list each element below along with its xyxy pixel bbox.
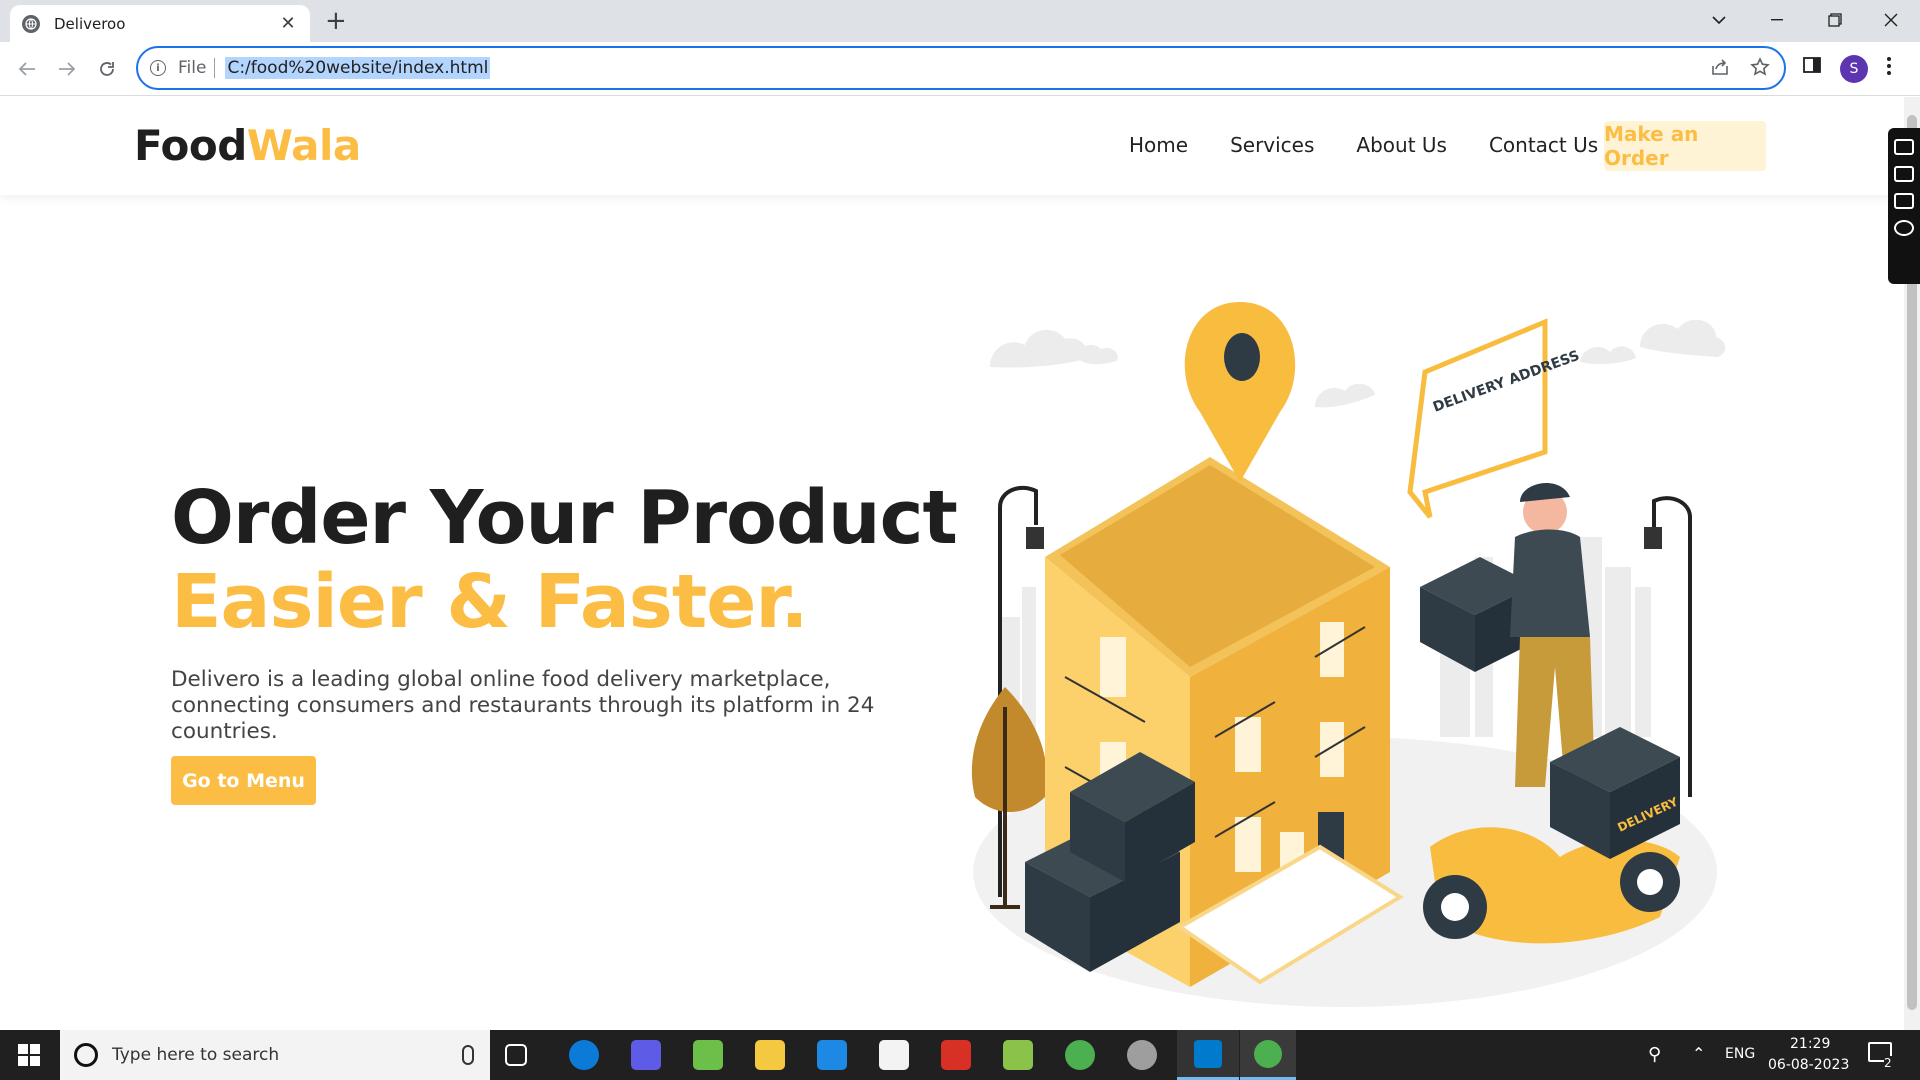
site-header: FoodWala Home Services About Us Contact …	[0, 97, 1904, 195]
chrome-icon[interactable]	[1065, 1040, 1095, 1070]
make-order-button[interactable]: Make an Order	[1604, 121, 1766, 171]
screen-recorder-toolbar	[1888, 128, 1920, 284]
camera-icon[interactable]	[1894, 139, 1914, 155]
tab-close-icon[interactable]: ✕	[278, 13, 298, 34]
language-indicator[interactable]: ENG	[1725, 1046, 1755, 1062]
left-lamp	[1026, 527, 1044, 549]
info-icon[interactable]: i	[150, 60, 166, 76]
hero-title-line2: Easier & Faster.	[171, 559, 808, 645]
logo-part-wala: Wala	[246, 121, 361, 170]
profile-avatar[interactable]: S	[1840, 55, 1868, 83]
windows-start-icon[interactable]	[0, 1030, 58, 1080]
hero-title-line1: Order Your Product	[171, 475, 958, 561]
restore-icon[interactable]	[1806, 0, 1864, 40]
app-icon-blue[interactable]	[631, 1040, 661, 1070]
tab-title: Deliveroo	[54, 14, 126, 33]
hero-description: Delivero is a leading global online food…	[171, 667, 875, 744]
bookmark-star-icon[interactable]	[1750, 57, 1770, 81]
nav-home[interactable]: Home	[1129, 133, 1188, 157]
globe-icon	[22, 14, 40, 33]
tray-chevron-icon[interactable]: ⌃	[1692, 1044, 1705, 1063]
vscode-taskbar-button[interactable]	[1177, 1030, 1239, 1080]
nav-contact-us[interactable]: Contact Us	[1489, 133, 1598, 157]
minimize-icon[interactable]	[1748, 0, 1806, 40]
reload-icon[interactable]	[92, 54, 122, 84]
screen-icon[interactable]	[1894, 193, 1914, 209]
nav-services[interactable]: Services	[1230, 133, 1314, 157]
go-to-menu-button[interactable]: Go to Menu	[171, 756, 316, 805]
courier	[1510, 483, 1595, 787]
edge-icon[interactable]	[569, 1040, 599, 1070]
clouds-group	[990, 319, 1726, 408]
clock-date[interactable]: 06-08-2023	[1768, 1057, 1849, 1073]
chrome-active-icon	[1254, 1040, 1282, 1068]
url-text[interactable]: C:/food%20website/index.html	[225, 57, 491, 79]
tab-search-icon[interactable]	[1690, 0, 1748, 40]
share-icon[interactable]	[1710, 57, 1730, 81]
back-icon[interactable]	[12, 54, 42, 84]
taskbar-search-box[interactable]: Type here to search	[60, 1030, 490, 1080]
chrome-beta-icon[interactable]	[1127, 1040, 1157, 1070]
windows-taskbar: Type here to search ⚲ ⌃ ENG 21:29 06-08-…	[0, 1030, 1920, 1080]
address-bar[interactable]: i File C:/food%20website/index.html	[136, 46, 1786, 90]
clock-time[interactable]: 21:29	[1790, 1036, 1830, 1052]
app-icon-cube[interactable]	[693, 1040, 723, 1070]
browser-toolbar: i File C:/food%20website/index.html S	[0, 42, 1920, 96]
cortana-icon	[74, 1043, 98, 1067]
recorder-icon[interactable]	[941, 1040, 971, 1070]
logo-part-food: Food	[134, 121, 247, 170]
store-icon[interactable]	[879, 1040, 909, 1070]
video-icon[interactable]	[1894, 166, 1914, 182]
new-tab-icon[interactable]: +	[325, 8, 347, 34]
microphone-icon[interactable]	[462, 1045, 474, 1065]
side-panel-icon[interactable]	[1802, 55, 1822, 79]
settings-icon[interactable]	[1894, 220, 1914, 236]
task-view-icon[interactable]	[505, 1044, 527, 1066]
mail-icon[interactable]	[817, 1040, 847, 1070]
more-menu-icon[interactable]	[1886, 56, 1892, 80]
vscode-icon	[1194, 1040, 1222, 1068]
right-lamp	[1644, 527, 1662, 549]
taskbar-search-placeholder: Type here to search	[112, 1045, 280, 1065]
nav-about-us[interactable]: About Us	[1356, 133, 1447, 157]
people-icon[interactable]: ⚲	[1648, 1044, 1661, 1065]
main-nav: Home Services About Us Contact Us	[1087, 133, 1598, 157]
location-pin	[1184, 302, 1296, 482]
close-window-icon[interactable]	[1862, 0, 1920, 40]
file-explorer-icon[interactable]	[755, 1040, 785, 1070]
forward-icon[interactable]	[52, 54, 82, 84]
browser-tabstrip: Deliveroo ✕ +	[0, 0, 1920, 42]
app-icon-green[interactable]	[1003, 1040, 1033, 1070]
delivery-illustration: DELIVERY ADDRESS DELIVERY	[971, 302, 1726, 1007]
browser-tab[interactable]: Deliveroo ✕	[10, 5, 310, 42]
url-scheme-label: File	[178, 58, 216, 78]
chrome-active-taskbar-button[interactable]	[1240, 1030, 1296, 1080]
page-viewport: FoodWala Home Services About Us Contact …	[0, 97, 1904, 1030]
site-logo[interactable]: FoodWala	[134, 121, 361, 170]
notification-count: 2	[1884, 1056, 1892, 1070]
